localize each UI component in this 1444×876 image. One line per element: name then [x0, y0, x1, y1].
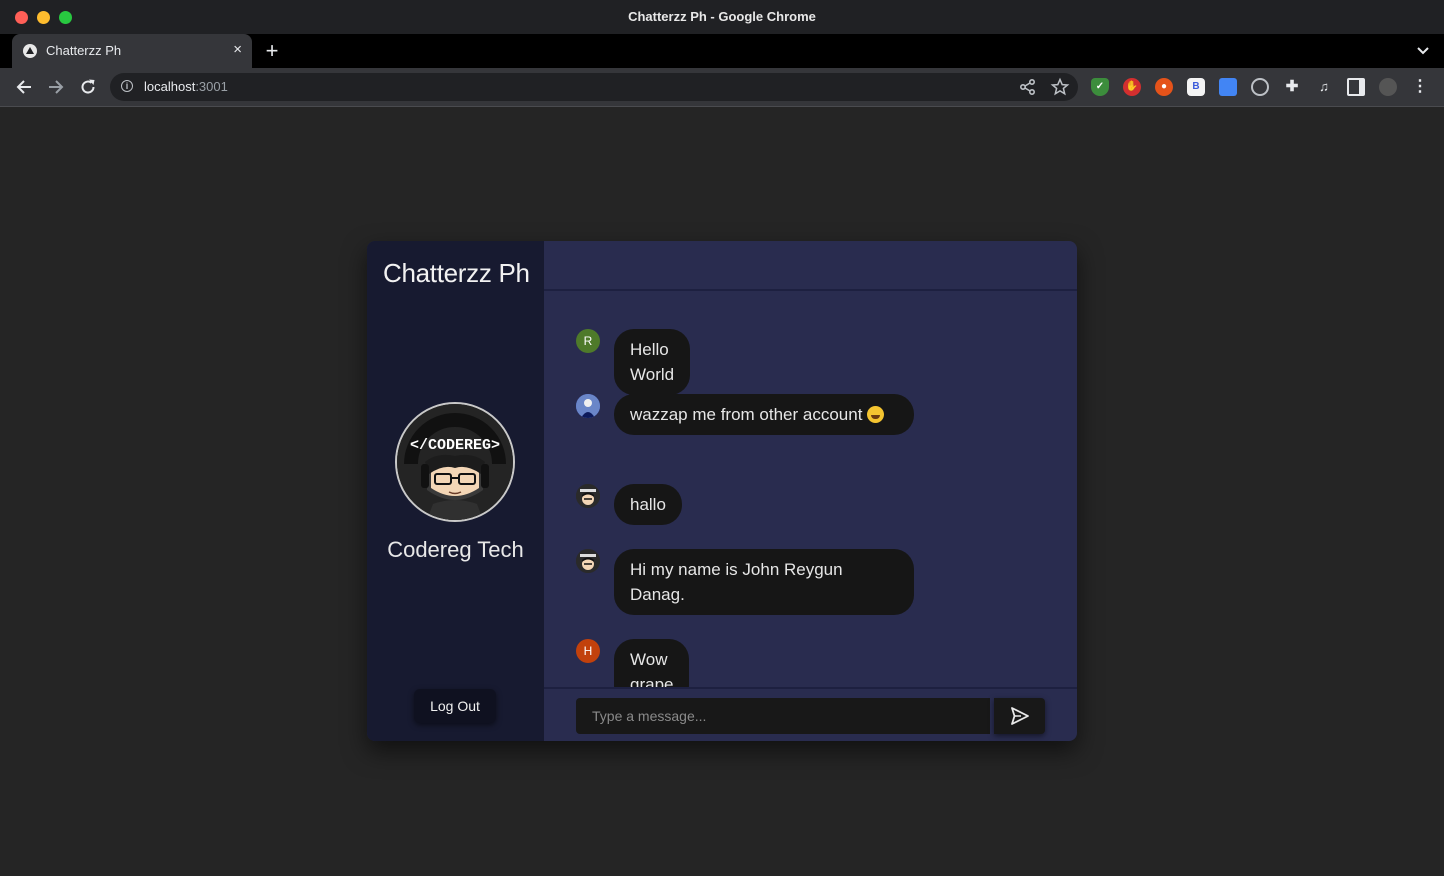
message-bubble: Wow grape — [614, 639, 690, 687]
new-tab-button[interactable]: + — [262, 39, 282, 63]
side-panel-icon[interactable] — [1347, 78, 1365, 96]
sender-avatar: R — [576, 329, 600, 353]
chrome-menu-icon[interactable]: ⋮ — [1411, 78, 1429, 96]
message-text: wazzap me from other account — [630, 405, 863, 424]
site-info-icon[interactable]: i — [121, 80, 133, 92]
shield-extension-icon[interactable]: ✓ — [1091, 78, 1109, 96]
user-display-name: Codereg Tech — [387, 537, 524, 562]
user-profile-avatar: </CODEREG> — [395, 402, 515, 522]
app-brand-title: Chatterzz Ph — [383, 258, 530, 288]
tab-favicon-icon — [23, 44, 37, 58]
tab-title: Chatterzz Ph — [46, 43, 122, 58]
address-bar[interactable]: i localhost:3001 — [110, 73, 1078, 101]
duckduckgo-extension-icon[interactable]: ● — [1155, 78, 1173, 96]
chat-app-card: Chatterzz Ph </CODEREG> Codereg Tech Log… — [367, 241, 1077, 741]
tab-close-button[interactable]: × — [233, 41, 242, 59]
codereg-avatar-icon — [576, 549, 600, 573]
message-bubble: Hi my name is John Reygun Danag. — [614, 549, 914, 615]
user-photo-icon — [576, 394, 600, 418]
extension-b-icon[interactable]: B — [1187, 78, 1205, 96]
media-queue-icon[interactable]: ♫ — [1315, 78, 1333, 96]
browser-tab[interactable]: Chatterzz Ph × — [12, 34, 252, 68]
reload-icon[interactable] — [78, 77, 98, 97]
window-title: Chatterzz Ph - Google Chrome — [628, 9, 816, 24]
tab-search-chevron-icon[interactable] — [1416, 44, 1430, 58]
bookmark-star-icon[interactable] — [1050, 77, 1070, 97]
codereg-avatar-icon: </CODEREG> — [397, 404, 513, 520]
logout-button[interactable]: Log Out — [414, 689, 496, 723]
chat-header — [544, 241, 1077, 291]
share-icon[interactable] — [1018, 77, 1038, 97]
message-input[interactable] — [576, 698, 990, 734]
sender-avatar: H — [576, 639, 600, 663]
sidebar: Chatterzz Ph </CODEREG> Codereg Tech Log… — [367, 241, 544, 741]
laughing-emoji-icon — [867, 406, 885, 424]
adblock-extension-icon[interactable]: ✋ — [1123, 78, 1141, 96]
url-text[interactable]: localhost:3001 — [144, 79, 228, 94]
message-list: R Hello World wazzap me from other accou… — [544, 291, 1077, 687]
browser-toolbar: i localhost:3001 ✓ ✋ ● B ✚ ♫ ⋮ — [0, 68, 1444, 107]
message-bubble: Hello World — [614, 329, 691, 395]
send-icon — [1011, 707, 1029, 725]
svg-text:</CODEREG>: </CODEREG> — [410, 437, 500, 454]
sender-avatar — [576, 394, 600, 418]
sender-avatar — [576, 484, 600, 508]
codereg-avatar-icon — [576, 484, 600, 508]
tab-strip: Chatterzz Ph × + — [0, 34, 1444, 68]
target-extension-icon[interactable] — [1251, 78, 1269, 96]
send-button[interactable] — [994, 698, 1045, 734]
message-bubble: wazzap me from other account — [614, 394, 914, 435]
window-titlebar: Chatterzz Ph - Google Chrome — [0, 0, 1444, 34]
profile-avatar-icon[interactable] — [1379, 78, 1397, 96]
message-composer — [544, 687, 1077, 741]
extensions-puzzle-icon[interactable]: ✚ — [1283, 78, 1301, 96]
sender-avatar — [576, 549, 600, 573]
back-arrow-icon[interactable] — [14, 77, 34, 97]
docs-extension-icon[interactable] — [1219, 78, 1237, 96]
forward-arrow-icon[interactable] — [46, 77, 66, 97]
message-bubble: hallo — [614, 484, 682, 525]
